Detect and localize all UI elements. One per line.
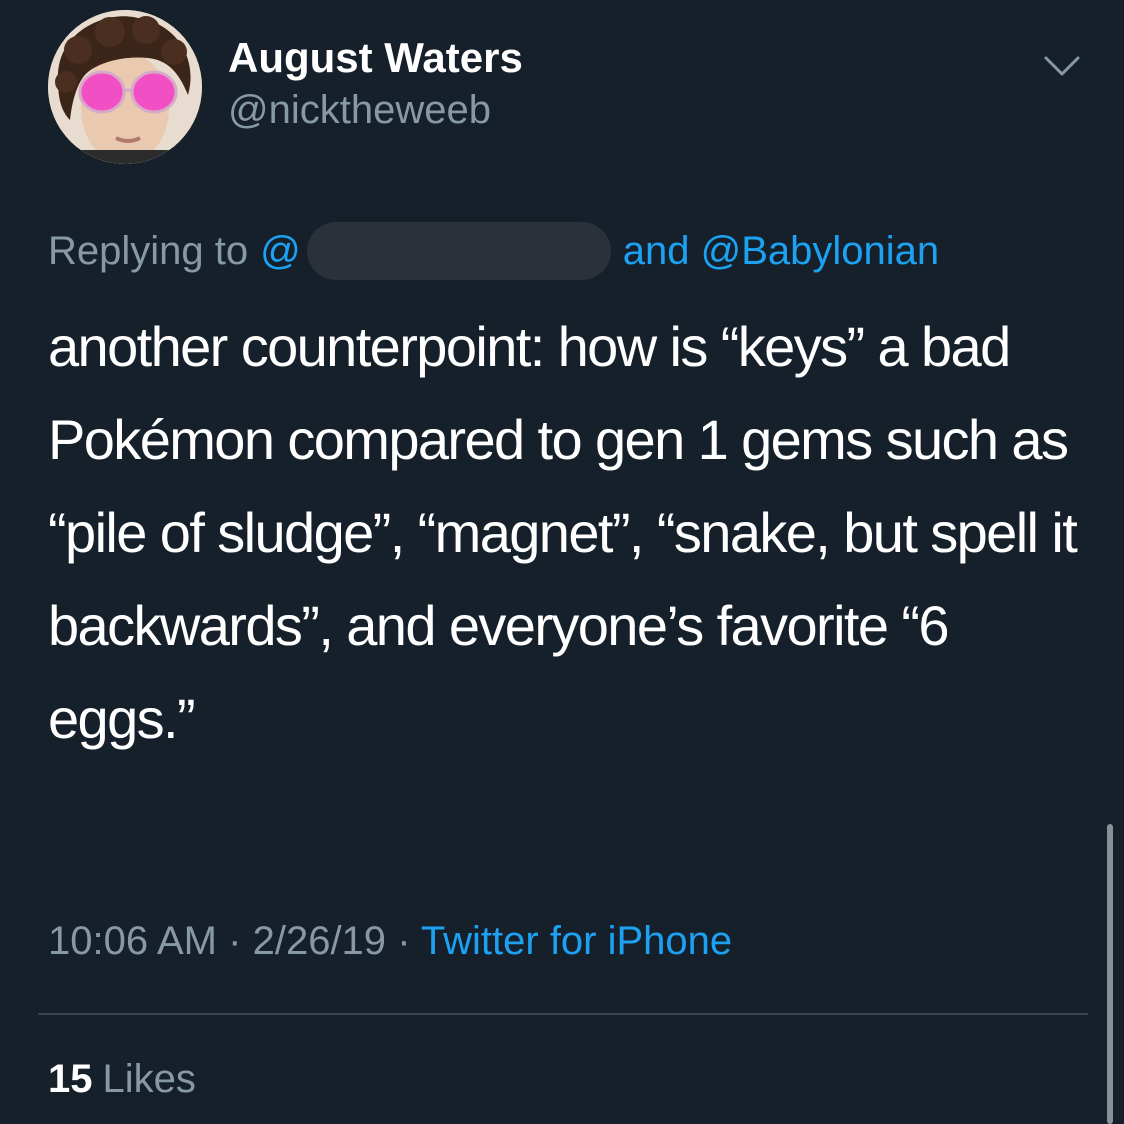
redacted-handle bbox=[306, 222, 611, 280]
user-handle[interactable]: @nicktheweeb bbox=[228, 88, 491, 133]
tweet-time[interactable]: 10:06 AM bbox=[48, 919, 217, 963]
avatar[interactable] bbox=[48, 10, 202, 164]
replying-to-mention-redacted[interactable]: @ bbox=[260, 222, 301, 280]
divider bbox=[38, 1013, 1088, 1015]
meta-separator: · bbox=[228, 919, 242, 963]
likes-link[interactable]: 15 Likes bbox=[48, 1050, 196, 1108]
replying-to-mention[interactable]: and @Babylonian bbox=[623, 222, 939, 280]
likes-count: 15 bbox=[48, 1057, 93, 1101]
tweet-date[interactable]: 2/26/19 bbox=[253, 919, 386, 963]
meta-separator: · bbox=[397, 919, 411, 963]
avatar-image bbox=[48, 10, 202, 164]
tweet-text: another counterpoint: how is “keys” a ba… bbox=[48, 315, 1078, 750]
tweet-menu-button[interactable] bbox=[1042, 48, 1082, 82]
chevron-down-icon bbox=[1044, 56, 1080, 76]
scrollbar[interactable] bbox=[1107, 824, 1113, 1124]
likes-label: Likes bbox=[102, 1057, 196, 1101]
replying-to-label: Replying to bbox=[48, 229, 249, 273]
tweet-source-link[interactable]: Twitter for iPhone bbox=[421, 919, 732, 963]
display-name[interactable]: August Waters bbox=[228, 34, 523, 82]
tweet-meta: 10:06 AM · 2/26/19 · Twitter for iPhone bbox=[48, 912, 732, 970]
replying-to: Replying to @ and @Babylonian bbox=[48, 222, 939, 280]
